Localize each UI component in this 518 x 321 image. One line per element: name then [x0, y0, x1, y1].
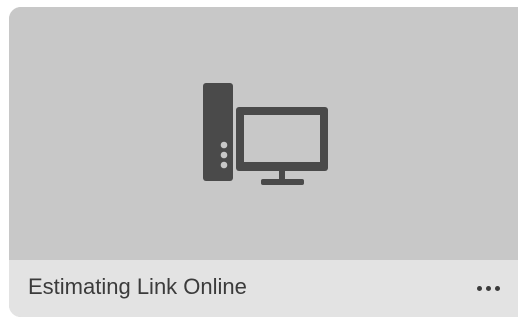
more-horizontal-icon: [494, 285, 500, 291]
tile-footer: Estimating Link Online: [9, 260, 518, 317]
more-horizontal-icon: [476, 285, 482, 291]
more-horizontal-icon: [485, 285, 491, 291]
more-options-button[interactable]: [471, 276, 505, 300]
tile-title[interactable]: Estimating Link Online: [28, 274, 247, 300]
desktop-computer-icon: [203, 83, 331, 185]
tile-thumbnail[interactable]: [9, 7, 518, 260]
app-tile[interactable]: Estimating Link Online: [9, 7, 518, 317]
